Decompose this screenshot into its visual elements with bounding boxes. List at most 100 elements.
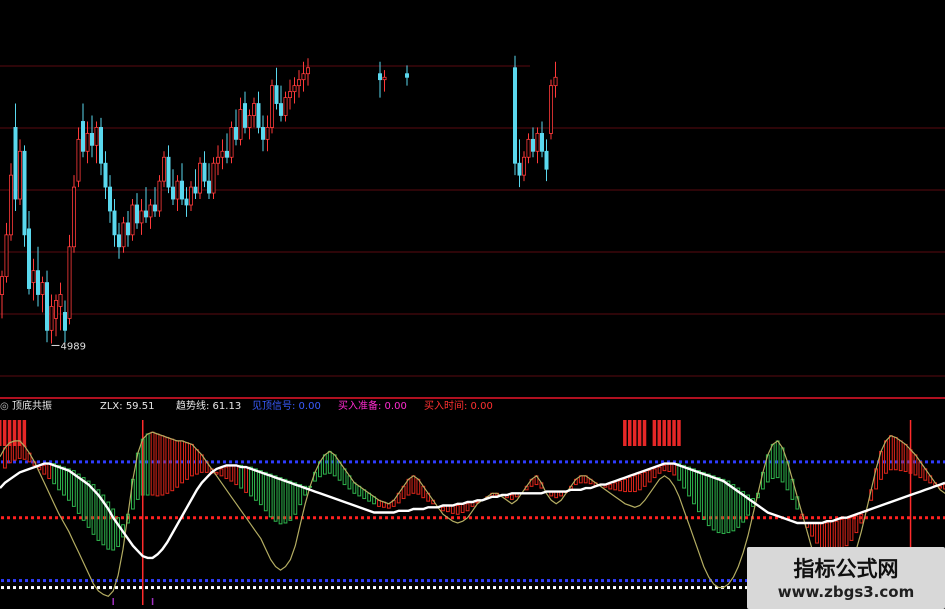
lower-level-dot [667,579,670,583]
candle-body [278,103,283,116]
lower-level-dot [283,579,286,583]
lower-level-dot [79,579,82,583]
candle-body [40,282,45,295]
bottom-level-dot [343,586,346,590]
rising-bar [888,435,893,471]
rising-bar [839,518,844,551]
falling-bar [258,470,263,506]
signal-bar [672,420,676,446]
lower-level-dot [409,579,412,583]
lower-level-dot [523,579,526,583]
mid-level-dot [331,516,334,520]
mid-level-dot [631,516,634,520]
upper-level-dot [511,460,514,464]
lower-level-dot [187,579,190,583]
bottom-level-dot [601,586,604,590]
upper-level-dot [709,460,712,464]
upper-level-dot [25,460,28,464]
lower-level-dot [493,579,496,583]
upper-level-dot [397,460,400,464]
lower-level-dot [577,579,580,583]
mid-level-dot [901,516,904,520]
lower-level-dot [61,579,64,583]
mid-level-dot [241,516,244,520]
mid-level-dot [769,516,772,520]
upper-level-dot [931,460,934,464]
lower-level-dot [637,579,640,583]
candle-body [72,186,77,248]
lower-level-dot [607,579,610,583]
lower-level-dot [511,579,514,583]
mid-level-dot [253,516,256,520]
candle-body [274,85,279,104]
mid-level-dot [559,516,562,520]
lower-level-dot [163,579,166,583]
bottom-level-dot [85,586,88,590]
mid-level-dot [349,516,352,520]
watermark-title: 指标公式网 [793,557,899,581]
upper-level-dot [925,460,928,464]
bottom-level-dot [235,586,238,590]
lower-level-dot [397,579,400,583]
lower-level-dot [385,579,388,583]
lower-level-dot [613,579,616,583]
lower-level-dot [193,579,196,583]
bottom-level-dot [415,586,418,590]
rising-bar [608,484,613,490]
candles [0,55,558,344]
lower-level-dot [499,579,502,583]
falling-bar [76,473,81,514]
mid-level-dot [13,516,16,520]
candle-body [148,204,153,218]
mid-level-dot [919,516,922,520]
mid-level-dot [379,516,382,520]
rising-bar [884,440,888,474]
lower-level-dot [685,579,688,583]
candle-body [301,73,306,81]
lower-level-dot [307,579,310,583]
bottom-level-dot [607,586,610,590]
upper-level-dot [793,460,796,464]
mid-level-dot [661,516,664,520]
lower-level-dot [619,579,622,583]
rising-bar [3,447,7,469]
mid-level-dot [589,516,592,520]
mid-level-dot [817,516,820,520]
mid-level-dot [625,516,628,520]
mid-level-dot [37,516,40,520]
bottom-level-dot [427,586,430,590]
falling-bar [288,480,293,521]
mid-level-dot [67,516,70,520]
lower-level-dot [145,579,148,583]
lower-level-dot [697,579,700,583]
bottom-level-dot [709,586,712,590]
candle-body [522,156,527,176]
mid-level-dot [409,516,412,520]
rising-bar [893,436,898,471]
upper-level-dot [799,460,802,464]
rising-bar [613,482,618,491]
mid-level-dot [325,516,328,520]
lower-level-dot [295,579,298,583]
mid-level-dot [145,516,148,520]
rising-bar [810,522,815,537]
candle-body [166,156,171,188]
mid-level-dot [487,516,490,520]
bottom-level-dot [331,586,334,590]
bottom-level-dot [271,586,274,590]
candle-body [251,103,256,116]
mid-level-dot [205,516,208,520]
bottom-level-dot [367,586,370,590]
upper-level-dot [745,460,748,464]
mid-level-dot [361,516,364,520]
candle-body [121,222,126,248]
lower-level-dot [265,579,268,583]
mid-level-dot [193,516,196,520]
falling-bar [770,443,775,479]
falling-bar [332,454,337,477]
upper-level-dot [421,460,424,464]
lower-level-dot [319,579,322,583]
lower-level-dot [43,579,46,583]
bottom-level-dot [115,586,118,590]
bottom-level-dot [133,586,136,590]
